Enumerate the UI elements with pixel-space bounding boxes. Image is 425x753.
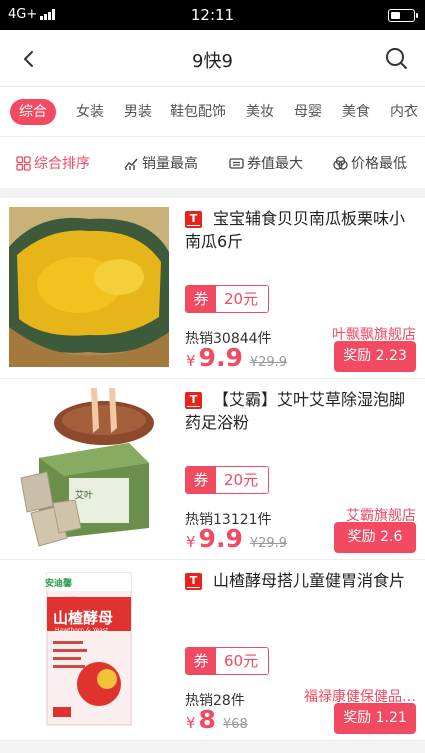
search-icon[interactable] [381, 43, 411, 73]
tab-category-men[interactable]: 男装 [119, 99, 157, 125]
tab-category-beauty[interactable]: 美妆 [241, 99, 279, 125]
sort-label: 销量最高 [142, 156, 198, 172]
tab-category-all[interactable]: 综合 [10, 99, 56, 125]
price: ¥ 8 ¥68 [186, 705, 248, 734]
coupon-badge[interactable]: 券 60元 [185, 647, 270, 675]
price: ¥ 9.9 ¥29.9 [186, 343, 287, 372]
sort-price[interactable]: 价格最低 [333, 153, 407, 173]
hawthorn-box-image[interactable]: 安迪馨 开胃 山楂酵母 Hawthorn & Yeast [9, 569, 169, 729]
reward-button[interactable]: 奖励 1.21 [334, 703, 416, 734]
tab-category-baby[interactable]: 母婴 [289, 99, 327, 125]
nav-bar: 9快9 [0, 30, 425, 87]
price: ¥ 9.9 ¥29.9 [186, 524, 287, 553]
original-price: ¥29.9 [249, 355, 288, 370]
coupon-label: 券 [186, 467, 216, 493]
currency-symbol: ¥ [186, 714, 196, 732]
current-price: 8 [198, 705, 216, 734]
product-card[interactable]: 安迪馨 开胃 山楂酵母 Hawthorn & Yeast T 山楂酵母搭儿童健胃… [0, 560, 425, 741]
page-title: 9快9 [192, 51, 233, 72]
battery-icon [388, 9, 418, 22]
sort-label: 综合排序 [34, 156, 90, 172]
coupon-value: 20元 [216, 286, 269, 312]
product-card[interactable]: 艾叶 T 【艾霸】艾叶艾草除湿泡脚药足浴粉 券 20元 热销13121件 艾霸旗… [0, 379, 425, 560]
coins-icon [333, 155, 348, 170]
coupon-label: 券 [186, 648, 216, 674]
currency-symbol: ¥ [186, 533, 196, 551]
sort-label: 券值最大 [247, 156, 303, 172]
svg-text:艾叶: 艾叶 [75, 490, 93, 501]
sort-comprehensive[interactable]: 综合排序 [16, 153, 90, 173]
sort-coupon[interactable]: 券值最大 [229, 153, 303, 173]
original-price: ¥68 [222, 717, 248, 732]
status-bar: 4G+ 12:11 [0, 0, 425, 30]
coupon-value: 60元 [216, 648, 269, 674]
tab-category-bags[interactable]: 鞋包配饰 [167, 99, 229, 125]
coupon-label: 券 [186, 286, 216, 312]
trend-up-icon [124, 158, 138, 170]
box-subtitle: Hawthorn & Yeast [55, 627, 109, 634]
current-price: 9.9 [198, 524, 243, 553]
product-card[interactable]: T 宝宝辅食贝贝南瓜板栗味小南瓜6斤 券 20元 热销30844件 叶飘飘旗舰店… [0, 198, 425, 379]
coupon-icon [229, 157, 244, 169]
current-price: 9.9 [198, 343, 243, 372]
coupon-badge[interactable]: 券 20元 [185, 285, 270, 313]
tab-category-food[interactable]: 美食 [337, 99, 375, 125]
section-divider [0, 188, 425, 198]
sort-sales[interactable]: 销量最高 [124, 153, 198, 173]
box-product-name: 山楂酵母 [53, 609, 114, 627]
product-title[interactable]: 【艾霸】艾叶艾草除湿泡脚药足浴粉 [185, 388, 415, 434]
reward-button[interactable]: 奖励 2.23 [334, 341, 416, 372]
coupon-value: 20元 [216, 467, 269, 493]
box-brand: 安迪馨 [45, 579, 73, 589]
pumpkin-image[interactable] [9, 207, 169, 367]
reward-button[interactable]: 奖励 2.6 [334, 522, 416, 553]
status-time: 12:11 [190, 6, 235, 24]
foot-bath-image[interactable]: 艾叶 [9, 388, 169, 548]
sort-label: 价格最低 [351, 156, 407, 172]
original-price: ¥29.9 [249, 536, 288, 551]
product-title[interactable]: 宝宝辅食贝贝南瓜板栗味小南瓜6斤 [185, 207, 415, 253]
tab-category-women[interactable]: 女装 [71, 99, 109, 125]
currency-symbol: ¥ [186, 352, 196, 370]
product-title[interactable]: 山楂酵母搭儿童健胃消食片 [185, 569, 415, 592]
sort-bar: 综合排序 销量最高 券值最大 价格最低 [0, 137, 425, 188]
tab-category-underwear[interactable]: 内衣 [385, 99, 423, 125]
coupon-badge[interactable]: 券 20元 [185, 466, 270, 494]
category-tabs: 综合 女装 男装 鞋包配饰 美妆 母婴 美食 内衣 [0, 87, 425, 137]
grid-sort-icon [16, 155, 31, 171]
